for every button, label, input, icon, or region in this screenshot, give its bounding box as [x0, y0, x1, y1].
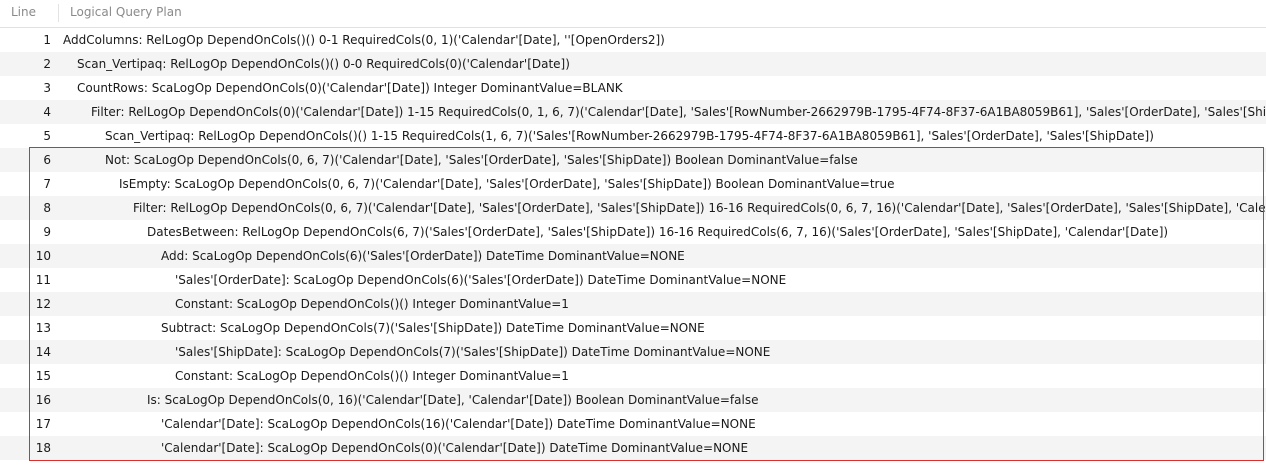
plan-operator-text: DatesBetween: RelLogOp DependOnCols(6, 7… — [147, 225, 1169, 239]
table-row[interactable]: 5 Scan_Vertipaq: RelLogOp DependOnCols()(… — [0, 124, 1266, 148]
plan-operator-text: Constant: ScaLogOp DependOnCols()() Inte… — [175, 297, 569, 311]
table-row[interactable]: 10 Add: ScaLogOp DependOnCols(6)('Sales'[… — [0, 244, 1266, 268]
table-row[interactable]: 17 'Calendar'[Date]: ScaLogOp DependOnCol… — [0, 412, 1266, 436]
line-number: 5 — [43, 129, 51, 143]
line-number: 17 — [35, 417, 51, 431]
table-row[interactable]: 12 Constant: ScaLogOp DependOnCols()() In… — [0, 292, 1266, 316]
plan-operator-text: CountRows: ScaLogOp DependOnCols(0)('Cal… — [77, 81, 623, 95]
query-plan-header: Line Logical Query Plan — [0, 0, 1266, 28]
line-number: 4 — [43, 105, 51, 119]
plan-operator-text: 'Sales'[OrderDate]: ScaLogOp DependOnCol… — [175, 273, 787, 287]
table-row[interactable]: 7 IsEmpty: ScaLogOp DependOnCols(0, 6, 7)… — [0, 172, 1266, 196]
line-number: 11 — [35, 273, 51, 287]
line-number: 15 — [35, 369, 51, 383]
table-row[interactable]: 1 AddColumns: RelLogOp DependOnCols()() 0… — [0, 28, 1266, 52]
plan-operator-text: IsEmpty: ScaLogOp DependOnCols(0, 6, 7)(… — [119, 177, 895, 191]
line-number: 12 — [35, 297, 51, 311]
plan-column-header[interactable]: Logical Query Plan — [70, 0, 182, 27]
plan-operator-text: Add: ScaLogOp DependOnCols(6)('Sales'[Or… — [161, 249, 685, 263]
plan-operator-text: Filter: RelLogOp DependOnCols(0)('Calend… — [91, 105, 1266, 119]
table-row[interactable]: 11 'Sales'[OrderDate]: ScaLogOp DependOnC… — [0, 268, 1266, 292]
table-row[interactable]: 4 Filter: RelLogOp DependOnCols(0)('Calen… — [0, 100, 1266, 124]
plan-operator-text: Not: ScaLogOp DependOnCols(0, 6, 7)('Cal… — [105, 153, 858, 167]
table-row[interactable]: 14 'Sales'[ShipDate]: ScaLogOp DependOnCo… — [0, 340, 1266, 364]
line-number: 10 — [35, 249, 51, 263]
line-number: 13 — [35, 321, 51, 335]
plan-operator-text: AddColumns: RelLogOp DependOnCols()() 0-… — [63, 33, 665, 47]
plan-operator-text: 'Calendar'[Date]: ScaLogOp DependOnCols(… — [161, 417, 756, 431]
line-number: 9 — [43, 225, 51, 239]
line-number: 14 — [35, 345, 51, 359]
table-row[interactable]: 2 Scan_Vertipaq: RelLogOp DependOnCols()(… — [0, 52, 1266, 76]
line-number: 8 — [43, 201, 51, 215]
table-row[interactable]: 9 DatesBetween: RelLogOp DependOnCols(6, … — [0, 220, 1266, 244]
plan-operator-text: Subtract: ScaLogOp DependOnCols(7)('Sale… — [161, 321, 705, 335]
line-number: 18 — [35, 441, 51, 455]
line-number: 3 — [43, 81, 51, 95]
table-row[interactable]: 16 Is: ScaLogOp DependOnCols(0, 16)('Cale… — [0, 388, 1266, 412]
plan-operator-text: 'Calendar'[Date]: ScaLogOp DependOnCols(… — [161, 441, 749, 455]
plan-operator-text: 'Sales'[ShipDate]: ScaLogOp DependOnCols… — [175, 345, 771, 359]
line-number: 2 — [43, 57, 51, 71]
column-divider[interactable] — [58, 4, 59, 22]
table-row[interactable]: 6 Not: ScaLogOp DependOnCols(0, 6, 7)('Ca… — [0, 148, 1266, 172]
line-number: 7 — [43, 177, 51, 191]
plan-operator-text: Constant: ScaLogOp DependOnCols()() Inte… — [175, 369, 569, 383]
table-row[interactable]: 13 Subtract: ScaLogOp DependOnCols(7)('Sa… — [0, 316, 1266, 340]
plan-operator-text: Filter: RelLogOp DependOnCols(0, 6, 7)('… — [133, 201, 1266, 215]
table-row[interactable]: 18 'Calendar'[Date]: ScaLogOp DependOnCol… — [0, 436, 1266, 460]
table-row[interactable]: 8 Filter: RelLogOp DependOnCols(0, 6, 7)(… — [0, 196, 1266, 220]
query-plan-table: 1 AddColumns: RelLogOp DependOnCols()() 0… — [0, 28, 1266, 460]
plan-operator-text: Scan_Vertipaq: RelLogOp DependOnCols()()… — [77, 57, 570, 71]
plan-operator-text: Scan_Vertipaq: RelLogOp DependOnCols()()… — [105, 129, 1154, 143]
table-row[interactable]: 15 Constant: ScaLogOp DependOnCols()() In… — [0, 364, 1266, 388]
line-number: 6 — [43, 153, 51, 167]
line-number: 16 — [35, 393, 51, 407]
table-row[interactable]: 3 CountRows: ScaLogOp DependOnCols(0)('Ca… — [0, 76, 1266, 100]
line-number: 1 — [43, 33, 51, 47]
plan-operator-text: Is: ScaLogOp DependOnCols(0, 16)('Calend… — [147, 393, 759, 407]
line-column-header[interactable]: Line — [11, 0, 36, 27]
